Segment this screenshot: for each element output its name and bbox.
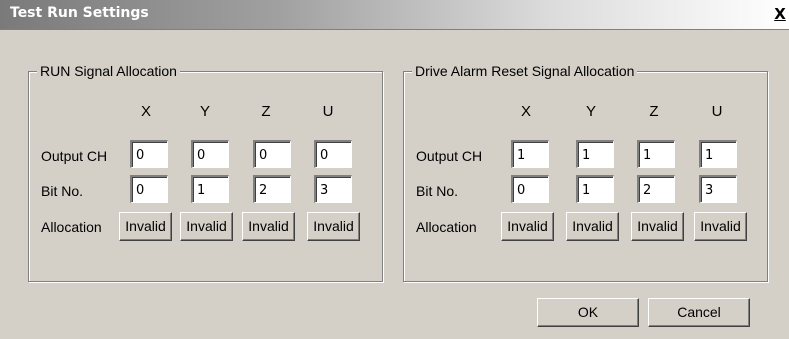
close-button[interactable]: X <box>773 5 787 23</box>
reset-axis-y-label: Y <box>585 103 596 120</box>
reset-axis-u-label: U <box>711 103 723 120</box>
run-output-ch-y-field[interactable] <box>191 140 229 168</box>
run-bit-no-u-field[interactable] <box>314 175 352 203</box>
reset-output-ch-x-field[interactable] <box>511 140 549 168</box>
reset-bit-no-z-field[interactable] <box>637 175 675 203</box>
run-bit-no-y-field[interactable] <box>191 175 229 203</box>
reset-allocation-y-button[interactable]: Invalid <box>566 212 619 241</box>
run-axis-z-label: Z <box>261 103 271 120</box>
reset-bit-no-y-field[interactable] <box>576 175 614 203</box>
reset-axis-z-label: Z <box>649 103 659 120</box>
reset-allocation-x-button[interactable]: Invalid <box>501 212 554 241</box>
reset-allocation-z-button[interactable]: Invalid <box>631 212 684 241</box>
run-group-title: RUN Signal Allocation <box>37 63 180 79</box>
window-title: Test Run Settings <box>10 5 149 21</box>
run-axis-u-label: U <box>322 103 334 120</box>
ok-button[interactable]: OK <box>537 298 639 327</box>
cancel-button[interactable]: Cancel <box>648 298 750 327</box>
reset-output-ch-label: Output CH <box>416 148 483 164</box>
reset-output-ch-z-field[interactable] <box>637 140 675 168</box>
run-output-ch-x-field[interactable] <box>130 140 168 168</box>
run-bit-no-x-field[interactable] <box>130 175 168 203</box>
reset-output-ch-y-field[interactable] <box>576 140 614 168</box>
reset-allocation-u-button[interactable]: Invalid <box>694 212 747 241</box>
run-axis-x-label: X <box>140 103 151 120</box>
run-allocation-u-button[interactable]: Invalid <box>307 212 360 241</box>
run-bit-no-label: Bit No. <box>41 183 84 199</box>
run-output-ch-z-field[interactable] <box>253 140 291 168</box>
run-output-ch-u-field[interactable] <box>314 140 352 168</box>
run-allocation-x-button[interactable]: Invalid <box>119 212 172 241</box>
reset-output-ch-u-field[interactable] <box>699 140 737 168</box>
reset-bit-no-label: Bit No. <box>416 183 459 199</box>
run-axis-y-label: Y <box>199 103 210 120</box>
run-allocation-y-button[interactable]: Invalid <box>180 212 233 241</box>
run-bit-no-z-field[interactable] <box>253 175 291 203</box>
run-allocation-z-button[interactable]: Invalid <box>242 212 295 241</box>
title-bar: Test Run Settings X <box>0 0 789 30</box>
run-output-ch-label: Output CH <box>41 148 108 164</box>
reset-group-title: Drive Alarm Reset Signal Allocation <box>412 63 638 79</box>
reset-allocation-label: Allocation <box>416 219 477 235</box>
run-allocation-label: Allocation <box>41 219 102 235</box>
reset-bit-no-u-field[interactable] <box>699 175 737 203</box>
reset-axis-x-label: X <box>520 103 531 120</box>
reset-bit-no-x-field[interactable] <box>511 175 549 203</box>
